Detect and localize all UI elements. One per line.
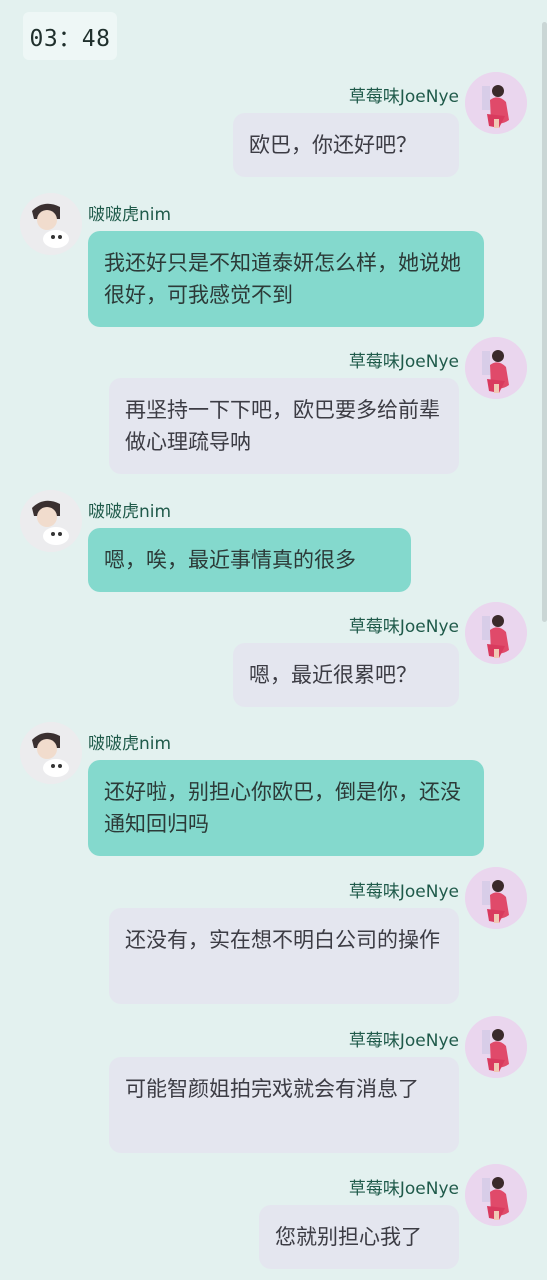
message-bubble[interactable]: 再坚持一下下吧，欧巴要多给前辈做心理疏导呐: [109, 378, 459, 474]
avatar[interactable]: [465, 337, 527, 399]
timestamp: 03：48: [23, 12, 117, 60]
avatar[interactable]: [20, 193, 82, 255]
avatar[interactable]: [465, 1164, 527, 1226]
message-row: 草莓味JoeNye 可能智颜姐拍完戏就会有消息了: [0, 1016, 547, 1156]
avatar-girl-icon: [465, 72, 527, 134]
message-bubble[interactable]: 嗯，最近很累吧？: [233, 643, 459, 707]
avatar-boy-dog-icon: [20, 193, 82, 255]
sender-name: 草莓味JoeNye: [348, 352, 459, 372]
sender-name: 啵啵虎nim: [88, 734, 172, 754]
message-bubble[interactable]: 可能智颜姐拍完戏就会有消息了: [109, 1057, 459, 1153]
avatar[interactable]: [465, 867, 527, 929]
message-bubble[interactable]: 欧巴，你还好吧？: [233, 113, 459, 177]
message-row: 啵啵虎nim 嗯，唉，最近事情真的很多: [0, 490, 547, 597]
avatar-girl-icon: [465, 1164, 527, 1226]
message-bubble[interactable]: 我还好只是不知道泰妍怎么样，她说她很好，可我感觉不到: [88, 231, 484, 327]
message-row: 啵啵虎nim 我还好只是不知道泰妍怎么样，她说她很好，可我感觉不到: [0, 193, 547, 330]
sender-name: 啵啵虎nim: [88, 205, 172, 225]
sender-name: 草莓味JoeNye: [348, 1179, 459, 1199]
sender-name: 草莓味JoeNye: [348, 87, 459, 107]
message-bubble[interactable]: 您就别担心我了: [259, 1205, 459, 1269]
avatar[interactable]: [465, 72, 527, 134]
message-bubble[interactable]: 还好啦，别担心你欧巴，倒是你，还没通知回归吗: [88, 760, 484, 856]
sender-name: 草莓味JoeNye: [348, 617, 459, 637]
message-row: 草莓味JoeNye 欧巴，你还好吧？: [0, 72, 547, 182]
avatar[interactable]: [465, 1016, 527, 1078]
avatar-girl-icon: [465, 337, 527, 399]
avatar-boy-dog-icon: [20, 722, 82, 784]
sender-name: 草莓味JoeNye: [348, 882, 459, 902]
avatar[interactable]: [465, 602, 527, 664]
sender-name: 啵啵虎nim: [88, 502, 172, 522]
avatar-girl-icon: [465, 602, 527, 664]
sender-name: 草莓味JoeNye: [348, 1031, 459, 1051]
message-row: 草莓味JoeNye 还没有，实在想不明白公司的操作: [0, 867, 547, 1007]
message-row: 草莓味JoeNye 您就别担心我了: [0, 1164, 547, 1274]
avatar-girl-icon: [465, 867, 527, 929]
message-bubble[interactable]: 嗯，唉，最近事情真的很多: [88, 528, 411, 592]
avatar[interactable]: [20, 490, 82, 552]
avatar[interactable]: [20, 722, 82, 784]
message-row: 啵啵虎nim 还好啦，别担心你欧巴，倒是你，还没通知回归吗: [0, 722, 547, 859]
avatar-boy-dog-icon: [20, 490, 82, 552]
message-row: 草莓味JoeNye 嗯，最近很累吧？: [0, 602, 547, 712]
message-row: 草莓味JoeNye 再坚持一下下吧，欧巴要多给前辈做心理疏导呐: [0, 337, 547, 477]
message-bubble[interactable]: 还没有，实在想不明白公司的操作: [109, 908, 459, 1004]
avatar-girl-icon: [465, 1016, 527, 1078]
